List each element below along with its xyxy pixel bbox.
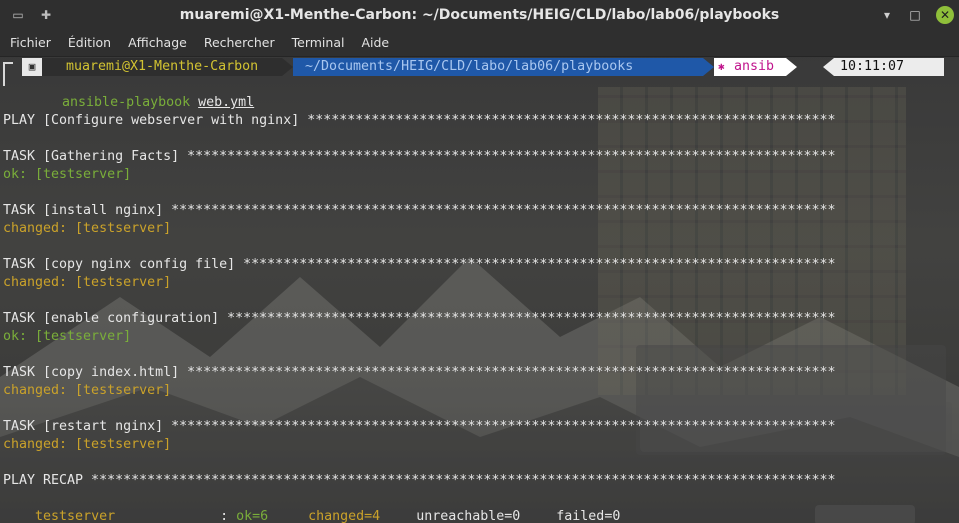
recap-failed: failed=0	[556, 509, 621, 523]
prompt-separator-icon	[282, 58, 293, 76]
output-line: changed: [testserver]	[3, 221, 172, 236]
recap-line: testserver: ok=6 changed=4 unreachable=0 fa…	[3, 490, 620, 523]
output-line: TASK [copy nginx config file] **********…	[3, 257, 836, 272]
recap-unreachable: unreachable=0	[416, 509, 521, 523]
output-line: changed: [testserver]	[3, 383, 172, 398]
recap-ok: ok=6	[236, 509, 269, 523]
minimize-button[interactable]: ▾	[878, 6, 896, 24]
menu-affichage[interactable]: Affichage	[118, 30, 194, 56]
background-chat-bubble	[815, 505, 915, 523]
window-title: muaremi@X1-Menthe-Carbon: ~/Documents/HE…	[179, 7, 780, 23]
menu-fichier[interactable]: Fichier	[0, 30, 58, 56]
prompt-user-host: muaremi@X1-Menthe-Carbon	[42, 58, 282, 76]
output-line: TASK [install nginx] *******************…	[3, 203, 836, 218]
command-line: ansible-playbook web.yml	[30, 76, 254, 110]
recap-sep: :	[220, 509, 237, 523]
recap-host: testserver	[35, 509, 116, 523]
output-line: changed: [testserver]	[3, 437, 172, 452]
maximize-button[interactable]: □	[906, 6, 924, 24]
output-line: PLAY RECAP *****************************…	[3, 473, 836, 488]
command-argument: web.yml	[198, 95, 255, 110]
prompt-separator-icon	[703, 58, 714, 76]
output-line: ok: [testserver]	[3, 167, 132, 182]
prompt-path: ~/Documents/HEIG/CLD/labo/lab06/playbook…	[293, 58, 703, 76]
output-line: TASK [restart nginx] *******************…	[3, 419, 836, 434]
command-name: ansible-playbook	[62, 95, 191, 110]
output-line: ok: [testserver]	[3, 329, 132, 344]
os-icon: ▣	[22, 58, 42, 76]
recap-changed: changed=4	[308, 509, 381, 523]
output-line: TASK [Gathering Facts] *****************…	[3, 149, 836, 164]
output-line: TASK [copy index.html] *****************…	[3, 365, 836, 380]
menu-terminal[interactable]: Terminal	[282, 30, 352, 56]
prompt-separator-icon	[786, 58, 797, 76]
prompt-separator-icon	[823, 58, 834, 76]
menu-bar: Fichier Édition Affichage Rechercher Termina…	[0, 30, 959, 57]
output-line: TASK [enable configuration] ************…	[3, 311, 836, 326]
output-line: changed: [testserver]	[3, 275, 172, 290]
prompt-bracket	[3, 62, 13, 86]
prompt-time: 10:11:07	[834, 58, 944, 76]
menu-rechercher[interactable]: Rechercher	[194, 30, 282, 56]
close-button[interactable]: ✕	[936, 6, 954, 24]
menu-aide[interactable]: Aide	[351, 30, 396, 56]
output-line: PLAY [Configure webserver with nginx] **…	[3, 113, 836, 128]
shell-prompt: ▣ muaremi@X1-Menthe-Carbon ~/Documents/H…	[0, 58, 959, 86]
title-bar[interactable]: ▭ ✚ muaremi@X1-Menthe-Carbon: ~/Document…	[0, 0, 959, 30]
git-branch-icon: ✱	[718, 60, 725, 73]
terminal-area[interactable]: ▣ muaremi@X1-Menthe-Carbon ~/Documents/H…	[0, 57, 959, 523]
menu-edition[interactable]: Édition	[58, 30, 118, 56]
